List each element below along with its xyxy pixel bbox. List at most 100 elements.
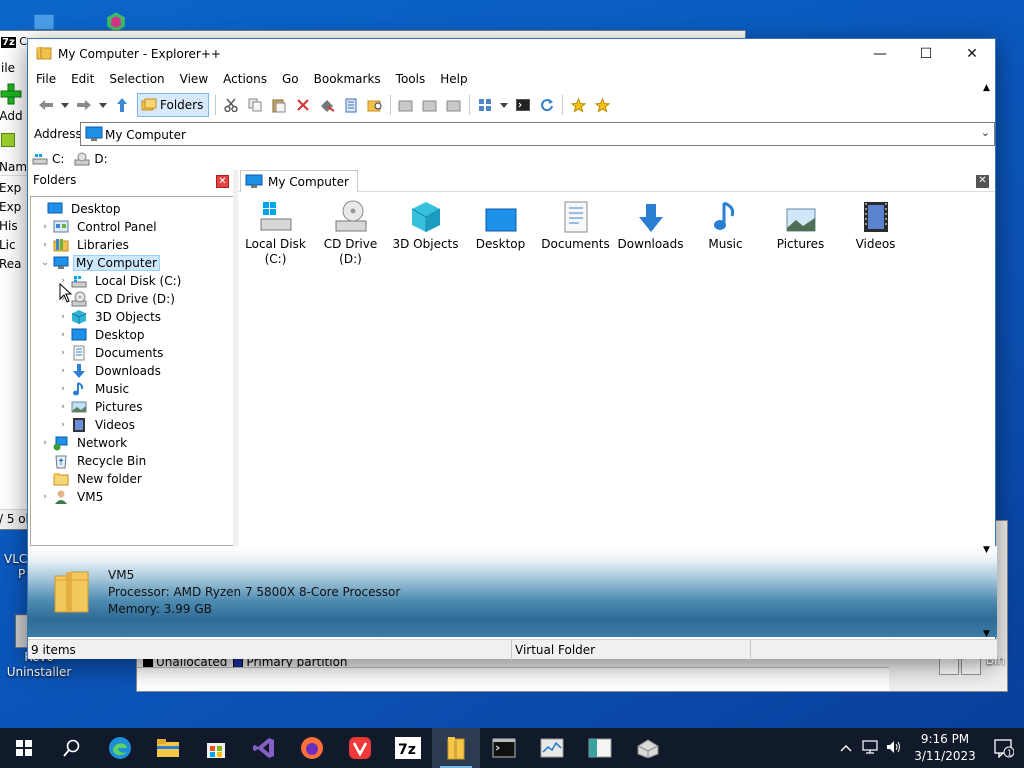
delete-icon[interactable]	[291, 94, 315, 116]
refresh-icon[interactable]	[535, 94, 559, 116]
tree-expander-icon[interactable]: ⌄	[39, 258, 51, 268]
start-button[interactable]	[0, 728, 48, 768]
list-item[interactable]: Desktop	[463, 197, 538, 252]
tree-expander-icon[interactable]: ›	[57, 384, 69, 394]
tree-item[interactable]: › CD Drive (D:)	[57, 290, 179, 308]
taskbar-vivaldi[interactable]	[336, 728, 384, 768]
forward-arrow-icon[interactable]	[72, 94, 96, 116]
menu-help[interactable]: Help	[432, 69, 474, 89]
vertical-scrollbar[interactable]: ▲ ▼ ▼	[981, 83, 995, 643]
address-input[interactable]: My Computer ⌄	[80, 122, 995, 146]
taskbar-virtualbox[interactable]	[624, 728, 672, 768]
list-item[interactable]: Documents	[538, 197, 613, 252]
tree-item[interactable]: ⌄ My Computer	[39, 254, 160, 272]
list-item[interactable]: Music	[688, 197, 763, 252]
tree-item[interactable]: › Music	[57, 380, 133, 398]
new-folder-icon[interactable]	[442, 94, 466, 116]
taskbar-terminal[interactable]	[480, 728, 528, 768]
forward-dropdown-icon[interactable]	[96, 94, 110, 116]
tree-item[interactable]: › VM5	[39, 488, 107, 506]
volume-icon[interactable]	[882, 740, 906, 757]
taskbar-firefox[interactable]	[288, 728, 336, 768]
search-button[interactable]	[48, 728, 96, 768]
tree-expander-icon[interactable]: ›	[39, 222, 51, 232]
tree-item[interactable]: New folder	[39, 470, 146, 488]
taskbar-7zip[interactable]: 7z	[384, 728, 432, 768]
minimize-button[interactable]: —	[857, 39, 903, 69]
taskbar-file-explorer[interactable]	[144, 728, 192, 768]
show-hidden-icons-icon[interactable]	[834, 741, 858, 755]
drive-d-button[interactable]: D:	[74, 152, 108, 166]
7zip-up-icon[interactable]	[1, 133, 15, 147]
list-item[interactable]: CD Drive (D:)	[313, 197, 388, 267]
taskbar-explorerpp[interactable]	[432, 728, 480, 768]
menu-view[interactable]: View	[172, 69, 215, 89]
tree-item[interactable]: › 3D Objects	[57, 308, 165, 326]
tree-item[interactable]: › Libraries	[39, 236, 133, 254]
views-dropdown-icon[interactable]	[497, 94, 511, 116]
menu-file[interactable]: File	[28, 69, 63, 89]
title-bar[interactable]: My Computer - Explorer++ — ☐ ✕	[28, 39, 995, 69]
tree-expander-icon[interactable]: ›	[57, 312, 69, 322]
tree-item[interactable]: › Pictures	[57, 398, 147, 416]
cut-icon[interactable]	[219, 94, 243, 116]
scroll-down-icon-lower[interactable]: ▼	[983, 629, 990, 639]
tree-expander-icon[interactable]: ›	[57, 330, 69, 340]
bookmark-add-icon[interactable]	[566, 94, 590, 116]
tree-expander-icon[interactable]: ›	[57, 402, 69, 412]
command-prompt-icon[interactable]	[511, 94, 535, 116]
tree-item[interactable]: › Local Disk (C:)	[57, 272, 185, 290]
clock[interactable]: 9:16 PM 3/11/2023	[906, 731, 984, 765]
tree-item[interactable]: › Downloads	[57, 362, 165, 380]
list-item[interactable]: 3D Objects	[388, 197, 463, 252]
tree-item[interactable]: › Documents	[57, 344, 167, 362]
taskbar-task-manager[interactable]	[528, 728, 576, 768]
tree-expander-icon[interactable]: ›	[39, 438, 51, 448]
list-item[interactable]: Videos	[838, 197, 913, 252]
tree-expander-icon[interactable]: ›	[57, 348, 69, 358]
folders-pane-close-icon[interactable]: ✕	[216, 175, 229, 188]
menu-go[interactable]: Go	[274, 69, 306, 89]
disk-horizontal-scrollbar[interactable]	[137, 667, 889, 691]
tree-item[interactable]: Recycle Bin	[39, 452, 150, 470]
tree-expander-icon[interactable]: ›	[39, 492, 51, 502]
tab-my-computer[interactable]: My Computer	[240, 170, 358, 192]
menu-edit[interactable]: Edit	[63, 69, 101, 89]
menu-selection[interactable]: Selection	[101, 69, 171, 89]
menu-actions[interactable]: Actions	[215, 69, 274, 89]
tree-expander-icon[interactable]: ›	[57, 366, 69, 376]
move-to-icon[interactable]	[394, 94, 418, 116]
network-icon[interactable]	[858, 739, 882, 757]
scroll-down-icon[interactable]: ▼	[983, 545, 990, 555]
back-arrow-icon[interactable]	[34, 94, 58, 116]
tree-item[interactable]: › Network	[39, 434, 131, 452]
taskbar-store[interactable]	[192, 728, 240, 768]
back-dropdown-icon[interactable]	[58, 94, 72, 116]
list-item[interactable]: Pictures	[763, 197, 838, 252]
tree-item[interactable]: › Videos	[57, 416, 139, 434]
views-icon[interactable]	[473, 94, 497, 116]
menu-tools[interactable]: Tools	[388, 69, 433, 89]
taskbar-notepad[interactable]	[576, 728, 624, 768]
file-list-view[interactable]: Local Disk (C:) CD Drive (D:) 3D Objects De…	[238, 193, 995, 546]
menu-bookmarks[interactable]: Bookmarks	[306, 69, 388, 89]
drive-c-button[interactable]: C:	[32, 152, 64, 166]
notification-center-button[interactable]: 1	[984, 738, 1024, 758]
7zip-add-icon[interactable]	[0, 83, 22, 108]
bookmarks-icon[interactable]	[590, 94, 614, 116]
search-folder-icon[interactable]	[363, 94, 387, 116]
copy-to-icon[interactable]	[418, 94, 442, 116]
tree-item[interactable]: Desktop	[33, 200, 125, 218]
folders-tree[interactable]: Desktop › Control Panel › Libraries ⌄ My Compu…	[30, 196, 233, 546]
up-arrow-icon[interactable]	[110, 94, 134, 116]
tree-item[interactable]: › Desktop	[57, 326, 149, 344]
copy-icon[interactable]	[243, 94, 267, 116]
tree-expander-icon[interactable]: ›	[57, 420, 69, 430]
folders-toggle-button[interactable]: Folders	[137, 93, 210, 117]
scroll-up-icon[interactable]: ▲	[983, 83, 990, 93]
tree-expander-icon[interactable]: ›	[39, 240, 51, 250]
properties-icon[interactable]	[339, 94, 363, 116]
taskbar-visual-studio[interactable]	[240, 728, 288, 768]
maximize-button[interactable]: ☐	[903, 39, 949, 69]
close-button[interactable]: ✕	[949, 39, 995, 69]
